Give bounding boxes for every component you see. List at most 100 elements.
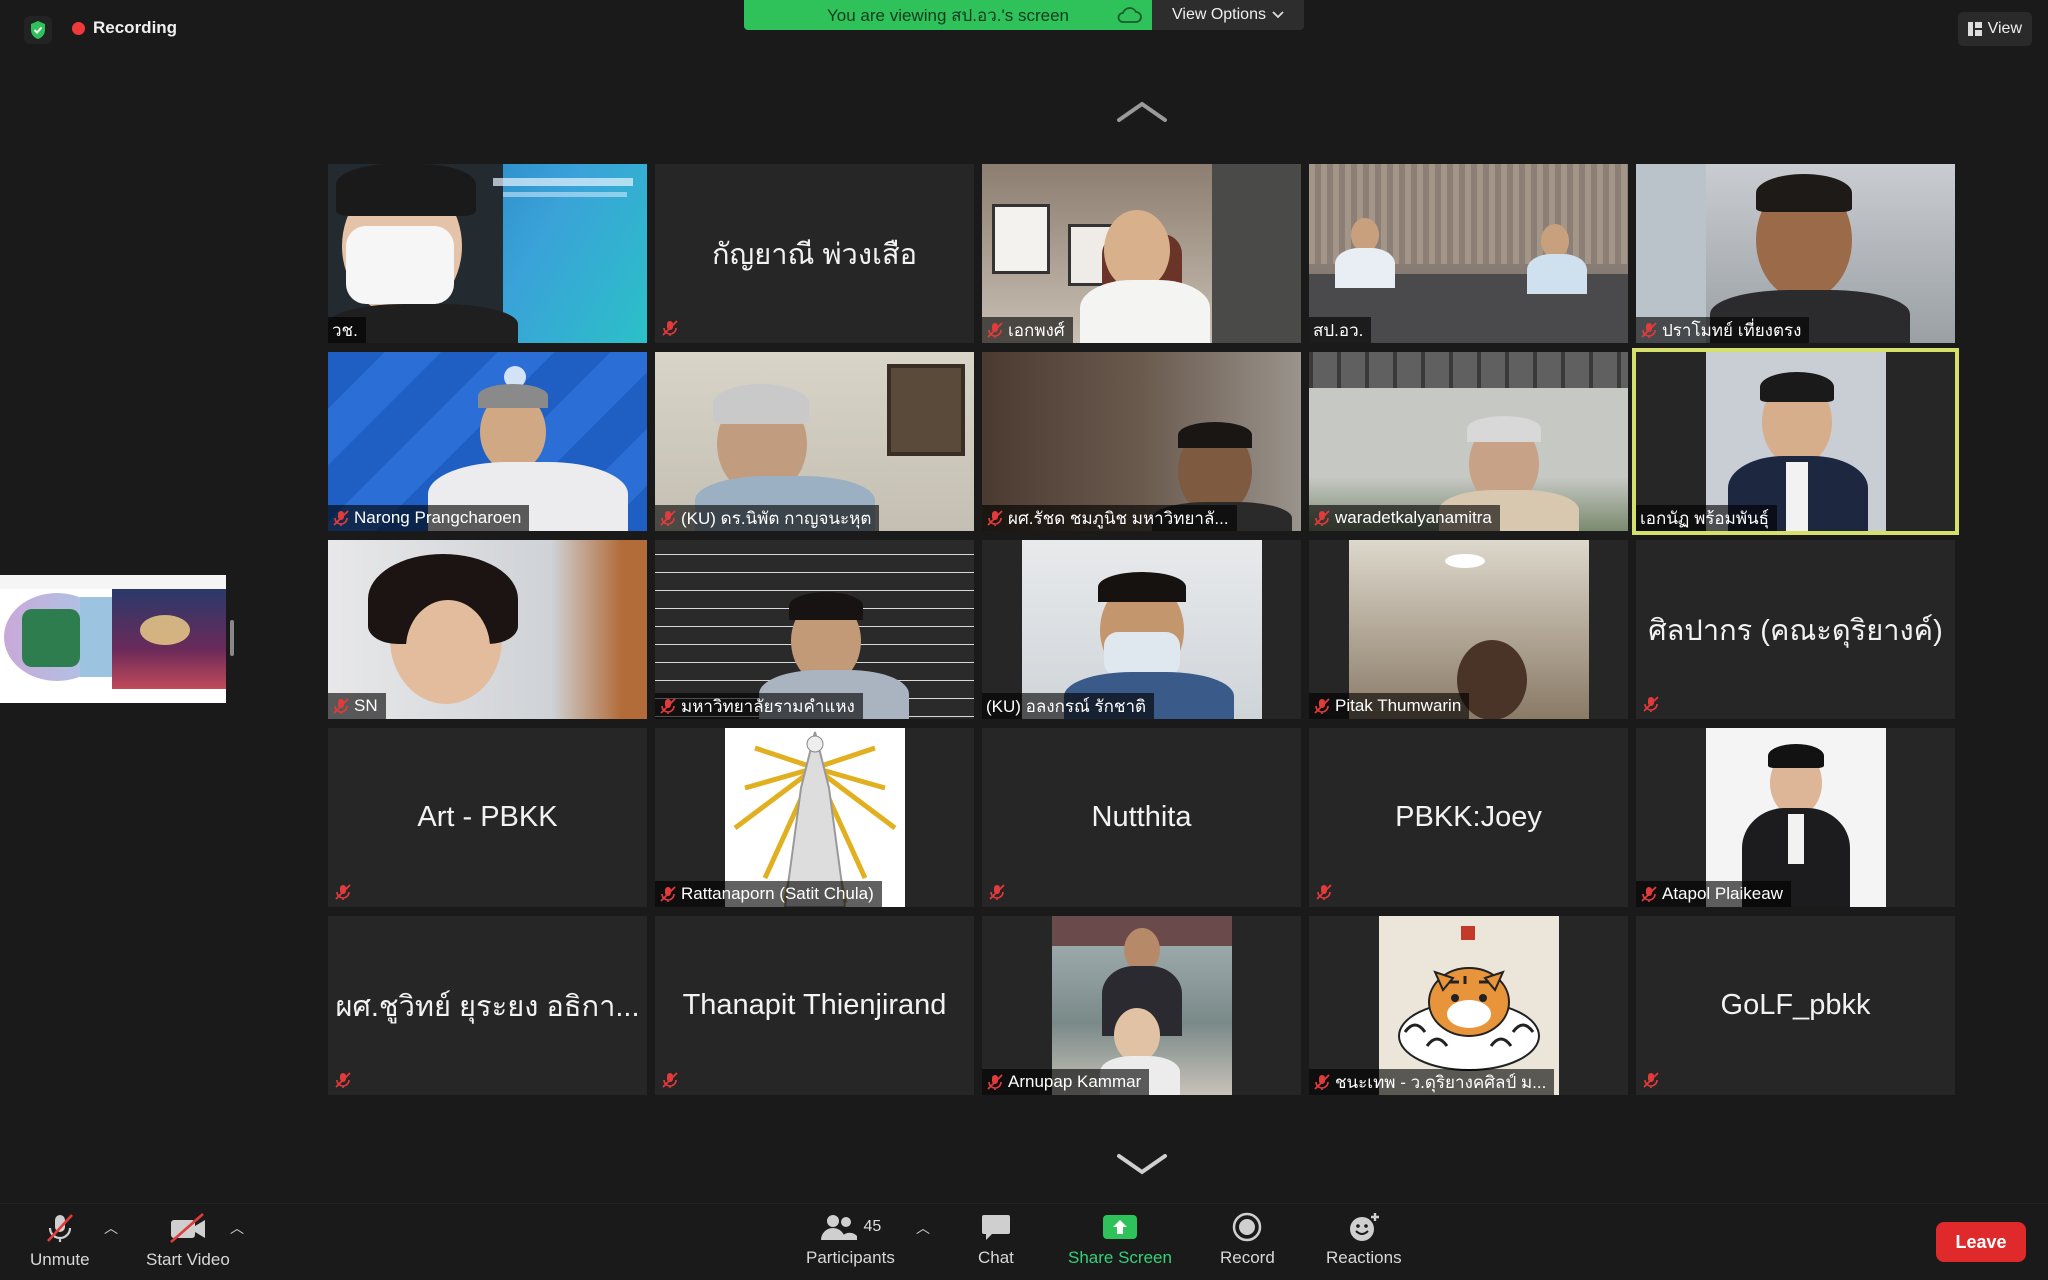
- participant-name-label: Rattanaporn (Satit Chula): [655, 881, 882, 907]
- mic-off-icon: [335, 1072, 351, 1088]
- leave-button[interactable]: Leave: [1936, 1222, 2026, 1262]
- participant-tile[interactable]: ชนะเทพ - ว.ดุริยางคศิลป์ ม...: [1309, 916, 1628, 1095]
- participant-display-name: กัญยาณี พ่วงเสือ: [711, 238, 918, 271]
- participant-name-label: Narong Prangcharoen: [328, 505, 530, 531]
- screen-share-banner: You are viewing สป.อว.'s screen: [744, 0, 1152, 30]
- view-options-button[interactable]: View Options: [1152, 0, 1304, 30]
- participant-name: วช.: [332, 320, 358, 340]
- record-label: Record: [1220, 1248, 1275, 1267]
- participant-name-label: ชนะเทพ - ว.ดุริยางคศิลป์ ม...: [1309, 1069, 1555, 1095]
- participant-name: เอกนัฏ พร้อมพันธุ์: [1640, 508, 1770, 528]
- recording-indicator[interactable]: Recording: [72, 18, 177, 38]
- mic-off-icon: [662, 320, 678, 336]
- participant-name: Arnupap Kammar: [1008, 1072, 1142, 1091]
- security-shield-icon[interactable]: [24, 16, 52, 44]
- participant-name-label: ผศ.รัชด ชมภูนิช มหาวิทยาลั...: [982, 505, 1237, 531]
- share-screen-icon: [1102, 1215, 1137, 1239]
- view-label: View: [1987, 20, 2022, 37]
- participant-tile[interactable]: Nutthita: [982, 728, 1301, 907]
- participant-tile[interactable]: Art - PBKK: [328, 728, 647, 907]
- participant-name: (KU) อลงกรณ์ รักชาติ: [986, 696, 1147, 716]
- participant-tile[interactable]: มหาวิทยาลัยรามคำแหง: [655, 540, 974, 719]
- video-options-caret-icon[interactable]: ︿: [230, 1218, 244, 1238]
- reactions-label: Reactions: [1326, 1248, 1402, 1267]
- participant-tile[interactable]: Arnupap Kammar: [982, 916, 1301, 1095]
- participant-name: Pitak Thumwarin: [1335, 696, 1462, 715]
- participant-name-label: เอกพงศ์: [982, 317, 1073, 343]
- mic-off-icon: [660, 510, 676, 526]
- participant-display-name: ศิลปากร (คณะดุริยางค์): [1648, 614, 1943, 647]
- chevron-down-icon: [1272, 11, 1284, 19]
- view-options-label: View Options: [1172, 6, 1266, 23]
- participant-name: ปราโมทย์ เที่ยงตรง: [1662, 320, 1802, 340]
- participant-tile[interactable]: PBKK:Joey: [1309, 728, 1628, 907]
- participant-name: waradetkalyanamitra: [1335, 508, 1492, 527]
- unmute-label: Unmute: [30, 1250, 90, 1269]
- participant-name-label: (KU) ดร.นิพัต กาญจนะหุต: [655, 505, 880, 531]
- participant-tile[interactable]: ปราโมทย์ เที่ยงตรง: [1636, 164, 1955, 343]
- participants-icon: [820, 1215, 857, 1240]
- mic-off-icon: [333, 510, 349, 526]
- thumbnail-resize-handle[interactable]: [230, 620, 234, 656]
- participant-tile[interactable]: Thanapit Thienjirand: [655, 916, 974, 1095]
- mic-off-icon: [987, 322, 1003, 338]
- reactions-button[interactable]: Reactions: [1326, 1212, 1402, 1268]
- mic-off-icon: [1314, 698, 1330, 714]
- start-video-label: Start Video: [146, 1250, 230, 1269]
- mic-off-icon: [660, 886, 676, 902]
- chat-button[interactable]: Chat: [978, 1212, 1014, 1268]
- participant-tile[interactable]: Narong Prangcharoen: [328, 352, 647, 531]
- share-screen-label: Share Screen: [1068, 1248, 1172, 1267]
- audio-options-caret-icon[interactable]: ︿: [104, 1218, 118, 1238]
- participant-name-label: วช.: [328, 317, 366, 343]
- view-button[interactable]: View: [1957, 12, 2032, 46]
- chat-icon: [981, 1215, 1010, 1240]
- participant-tile[interactable]: SN: [328, 540, 647, 719]
- participant-tile[interactable]: ผศ.รัชด ชมภูนิช มหาวิทยาลั...: [982, 352, 1301, 531]
- mic-off-icon: [333, 698, 349, 714]
- unmute-button[interactable]: Unmute: [30, 1212, 90, 1270]
- participant-name: เอกพงศ์: [1008, 320, 1065, 340]
- participant-tile-active-speaker[interactable]: เอกนัฏ พร้อมพันธุ์: [1632, 348, 1959, 535]
- participant-tile[interactable]: กัญยาณี พ่วงเสือ: [655, 164, 974, 343]
- participant-display-name: PBKK:Joey: [1395, 801, 1542, 833]
- participant-name-label: waradetkalyanamitra: [1309, 505, 1500, 531]
- participant-tile[interactable]: (KU) อลงกรณ์ รักชาติ: [982, 540, 1301, 719]
- participant-tile[interactable]: Atapol Plaikeaw: [1636, 728, 1955, 907]
- start-video-button[interactable]: Start Video: [146, 1212, 230, 1270]
- participant-name: Narong Prangcharoen: [354, 508, 522, 527]
- scroll-down-icon[interactable]: [1116, 1152, 1168, 1176]
- reactions-icon: [1349, 1213, 1379, 1241]
- record-button[interactable]: Record: [1220, 1212, 1275, 1268]
- participant-display-name: Nutthita: [1091, 801, 1192, 833]
- participant-name-label: SN: [328, 693, 386, 719]
- shared-screen-thumbnail[interactable]: [0, 575, 226, 703]
- participant-tile[interactable]: สป.อว.: [1309, 164, 1628, 343]
- participant-tile[interactable]: (KU) ดร.นิพัต กาญจนะหุต: [655, 352, 974, 531]
- participant-tile[interactable]: เอกพงศ์: [982, 164, 1301, 343]
- participant-display-name: GoLF_pbkk: [1720, 989, 1871, 1021]
- participant-name: (KU) ดร.นิพัต กาญจนะหุต: [681, 508, 872, 528]
- participant-tile[interactable]: GoLF_pbkk: [1636, 916, 1955, 1095]
- participant-tile[interactable]: วช.: [328, 164, 647, 343]
- participant-tile[interactable]: Pitak Thumwarin: [1309, 540, 1628, 719]
- participant-tile[interactable]: ศิลปากร (คณะดุริยางค์): [1636, 540, 1955, 719]
- chat-label: Chat: [978, 1248, 1014, 1267]
- mic-off-icon: [1314, 1074, 1330, 1090]
- participant-tile[interactable]: Rattanaporn (Satit Chula): [655, 728, 974, 907]
- participants-button[interactable]: 45 Participants: [806, 1212, 895, 1268]
- participant-tile[interactable]: ผศ.ชูวิทย์ ยุระยง อธิกา...: [328, 916, 647, 1095]
- cloud-icon: [1117, 7, 1142, 23]
- participant-tile[interactable]: waradetkalyanamitra: [1309, 352, 1628, 531]
- participants-options-caret-icon[interactable]: ︿: [916, 1218, 930, 1238]
- participant-display-name: ผศ.ชูวิทย์ ยุระยง อธิกา...: [335, 990, 640, 1023]
- participants-label: Participants: [806, 1248, 895, 1267]
- participant-name-label: Atapol Plaikeaw: [1636, 881, 1791, 907]
- scroll-up-icon[interactable]: [1116, 100, 1168, 124]
- mic-off-icon: [1314, 510, 1330, 526]
- participant-name-label: เอกนัฏ พร้อมพันธุ์: [1636, 505, 1778, 531]
- participant-name: สป.อว.: [1313, 320, 1364, 340]
- share-screen-button[interactable]: Share Screen: [1068, 1212, 1172, 1268]
- video-off-icon: [170, 1213, 205, 1243]
- mic-off-icon: [660, 698, 676, 714]
